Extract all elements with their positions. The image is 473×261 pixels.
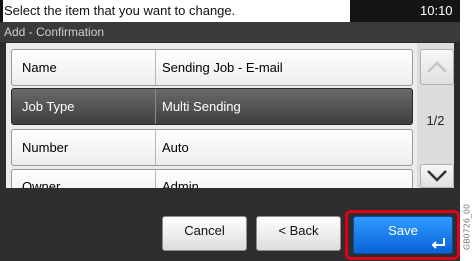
save-button[interactable]: Save bbox=[353, 216, 453, 254]
cancel-button[interactable]: Cancel bbox=[162, 216, 247, 251]
image-code-text: GB0726_00 bbox=[462, 203, 471, 250]
row-label: Name bbox=[12, 50, 156, 85]
image-code: GB0726_00 bbox=[460, 194, 473, 259]
row-label: Job Type bbox=[12, 89, 156, 124]
panel-screen: Select the item that you want to change.… bbox=[0, 0, 460, 261]
row-job-type[interactable]: Job Type Multi Sending bbox=[11, 88, 413, 125]
row-value: Auto bbox=[162, 140, 189, 155]
row-value: Sending Job - E-mail bbox=[162, 60, 283, 75]
back-button[interactable]: < Back bbox=[256, 216, 341, 251]
clock: 10:10 bbox=[420, 3, 453, 18]
page-indicator: 1/2 bbox=[426, 113, 445, 128]
instruction-message: Select the item that you want to change. bbox=[3, 0, 350, 22]
enter-icon bbox=[431, 238, 445, 249]
chevron-down-icon bbox=[427, 170, 447, 182]
row-label: Number bbox=[12, 130, 156, 165]
message-bar: Select the item that you want to change.… bbox=[0, 0, 460, 22]
row-name[interactable]: Name Sending Job - E-mail bbox=[11, 49, 413, 86]
settings-list-panel: Name Sending Job - E-mail Job Type Multi… bbox=[6, 43, 454, 203]
chevron-up-icon bbox=[427, 61, 447, 73]
row-value: Multi Sending bbox=[162, 99, 241, 114]
screen-title: Add - Confirmation bbox=[0, 22, 460, 42]
page-down-button[interactable] bbox=[420, 164, 454, 188]
page-up-button[interactable] bbox=[420, 49, 454, 85]
row-number[interactable]: Number Auto bbox=[11, 129, 413, 166]
save-button-label: Save bbox=[388, 223, 418, 238]
page-scroll-column: 1/2 bbox=[417, 43, 454, 188]
